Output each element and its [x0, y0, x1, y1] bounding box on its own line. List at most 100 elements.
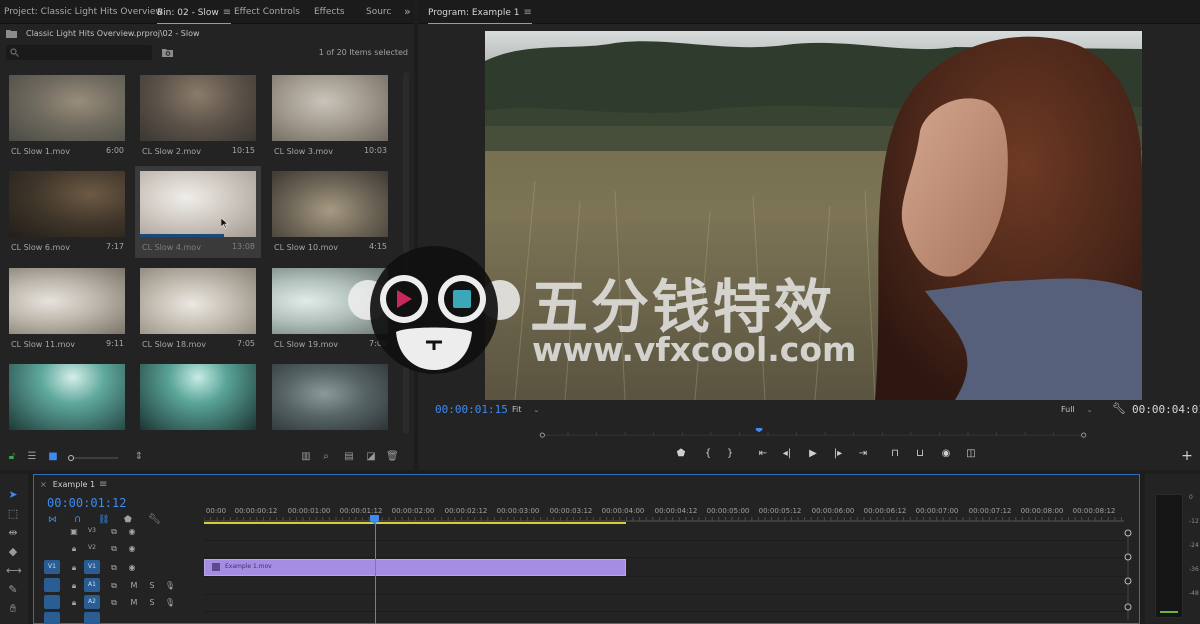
clip-item-selected[interactable]: CL Slow 4.mov 13:08 [135, 166, 261, 258]
tab-overflow-icon[interactable]: » [404, 5, 411, 18]
track-row-a1[interactable] [204, 578, 1126, 595]
clip-item[interactable]: CL Slow 6.mov 7:17 [4, 166, 130, 258]
mark-in-icon[interactable]: { [701, 448, 715, 464]
clip-item[interactable]: CL Slow 3.mov 10:03 [267, 70, 393, 162]
panel-menu-icon[interactable]: ≡ [99, 479, 107, 490]
step-back-icon[interactable]: ◂| [780, 448, 794, 464]
lock-icon[interactable]: 🔓︎ [6, 451, 18, 463]
solo-button[interactable]: S [146, 596, 158, 610]
find-icon[interactable]: ⌕ [320, 451, 332, 463]
comparison-view-icon[interactable]: ◫ [964, 448, 978, 464]
track-label-a3[interactable] [84, 612, 100, 624]
extract-icon[interactable]: ⊔ [913, 448, 927, 464]
panel-menu-icon[interactable]: ≡ [223, 7, 231, 18]
sync-lock-icon[interactable]: ⧉ [108, 542, 120, 556]
track-label-v2[interactable]: V2 [84, 541, 100, 555]
panel-menu-icon[interactable]: ≡ [524, 7, 532, 18]
program-video-frame[interactable] [485, 31, 1142, 400]
timeline-ruler[interactable]: 00:00 00:00:00:12 00:00:01:00 00:00:01:1… [204, 505, 1124, 525]
ripple-edit-tool-icon[interactable]: ⇹ [6, 526, 20, 540]
track-label-v3[interactable]: V3 [84, 524, 100, 538]
sequence-tab[interactable]: × Example 1 ≡ [40, 479, 107, 490]
clip-item[interactable]: CL Slow 2.mov 10:15 [135, 70, 261, 162]
timeline-clip[interactable]: Example 1.mov [204, 559, 626, 576]
clip-item[interactable]: CL Slow 1.mov 6:00 [4, 70, 130, 162]
razor-tool-icon[interactable]: ◆ [6, 545, 20, 559]
tab-effects[interactable]: Effects [314, 7, 345, 17]
search-input[interactable] [6, 45, 152, 60]
bin-scrollbar[interactable] [403, 72, 409, 434]
trash-icon[interactable]: 🗑︎ [386, 451, 399, 463]
eye-icon[interactable]: ◉ [126, 525, 138, 539]
microphone-icon[interactable]: 🎙︎ [164, 579, 176, 593]
new-bin-icon[interactable]: ▤ [343, 451, 355, 463]
new-item-icon[interactable]: ◪ [365, 451, 377, 463]
tab-program[interactable]: Program: Example 1 ≡ [428, 7, 532, 24]
tab-effect-controls[interactable]: Effect Controls [234, 7, 300, 17]
eye-icon[interactable]: ◉ [126, 542, 138, 556]
track-row-v2[interactable] [204, 541, 1126, 558]
track-label-v1[interactable]: V1 [84, 560, 100, 574]
clip-item[interactable]: CL Slow 10.mov 4:15 [267, 166, 393, 258]
lock-icon[interactable]: ▣ [68, 525, 80, 539]
export-frame-icon[interactable]: ◉ [939, 448, 953, 464]
pen-tool-icon[interactable]: ✎ [6, 583, 20, 597]
track-row-a2[interactable] [204, 595, 1126, 612]
program-scrub-bar[interactable] [430, 428, 1196, 438]
source-patch-a2[interactable] [44, 595, 60, 609]
mark-out-icon[interactable]: } [723, 448, 737, 464]
go-to-in-icon[interactable]: ⇤ [756, 448, 770, 464]
track-label-a1[interactable]: A1 [84, 578, 100, 592]
resolution-dropdown[interactable]: Full ⌄ [1061, 405, 1093, 414]
clip-item[interactable] [135, 359, 261, 451]
add-button-icon[interactable]: + [1180, 448, 1194, 464]
clip-item[interactable]: CL Slow 19.mov 7:00 [267, 263, 393, 355]
sync-lock-icon[interactable]: ⧉ [108, 596, 120, 610]
sync-lock-icon[interactable]: ⧉ [108, 525, 120, 539]
microphone-icon[interactable]: 🎙︎ [164, 596, 176, 610]
track-label-a2[interactable]: A2 [84, 595, 100, 609]
list-view-icon[interactable]: ☰ [26, 451, 38, 463]
step-forward-icon[interactable]: |▸ [831, 448, 845, 464]
clip-item[interactable] [4, 359, 130, 451]
timeline-zoom-scrollbar[interactable] [1122, 525, 1134, 623]
play-icon[interactable]: ▶ [806, 448, 820, 464]
clip-item[interactable]: CL Slow 18.mov 7:05 [135, 263, 261, 355]
solo-button[interactable]: S [146, 579, 158, 593]
track-row-v1[interactable]: Example 1.mov [204, 558, 1126, 577]
sync-lock-icon[interactable]: ⧉ [108, 561, 120, 575]
slip-tool-icon[interactable]: ⟷ [6, 564, 22, 578]
automate-to-sequence-icon[interactable]: ▥ [300, 451, 312, 463]
source-patch-a3[interactable] [44, 612, 60, 624]
selection-tool-icon[interactable]: ➤ [6, 488, 20, 502]
settings-wrench-icon[interactable]: 🔧︎ [1112, 402, 1126, 415]
timeline-current-time[interactable]: 00:00:01:12 [47, 496, 126, 510]
tab-source[interactable]: Sourc [366, 7, 391, 17]
lock-icon[interactable]: 🔒︎ [68, 542, 80, 556]
program-current-time[interactable]: 00:00:01:15 [435, 403, 508, 416]
new-search-bin-icon[interactable] [162, 48, 173, 57]
folder-up-icon[interactable] [6, 29, 17, 38]
source-patch-a1[interactable] [44, 578, 60, 592]
lock-icon[interactable]: 🔒︎ [68, 579, 80, 593]
icon-view-icon[interactable]: ■ [47, 451, 59, 463]
eye-icon[interactable]: ◉ [126, 561, 138, 575]
track-select-tool-icon[interactable]: ⬚ [6, 507, 20, 521]
clip-item[interactable]: CL Slow 11.mov 9:11 [4, 263, 130, 355]
hand-tool-icon[interactable]: ✋︎ [6, 602, 20, 616]
source-patch-v1[interactable]: V1 [44, 560, 60, 574]
mute-button[interactable]: M [128, 579, 140, 593]
clip-item[interactable] [267, 359, 393, 451]
tab-bin[interactable]: Bin: 02 - Slow ≡ [157, 7, 232, 24]
add-marker-icon[interactable]: ⬟ [674, 448, 688, 464]
go-to-out-icon[interactable]: ⇥ [856, 448, 870, 464]
mute-button[interactable]: M [128, 596, 140, 610]
timeline-playhead[interactable] [375, 523, 376, 624]
lock-icon[interactable]: 🔒︎ [68, 596, 80, 610]
lift-icon[interactable]: ⊓ [888, 448, 902, 464]
track-row-v3[interactable] [204, 524, 1126, 541]
tab-project[interactable]: Project: Classic Light Hits Overview [4, 7, 163, 17]
fit-dropdown[interactable]: Fit ⌄ [512, 405, 539, 414]
sync-lock-icon[interactable]: ⧉ [108, 579, 120, 593]
zoom-slider[interactable] [68, 455, 120, 461]
